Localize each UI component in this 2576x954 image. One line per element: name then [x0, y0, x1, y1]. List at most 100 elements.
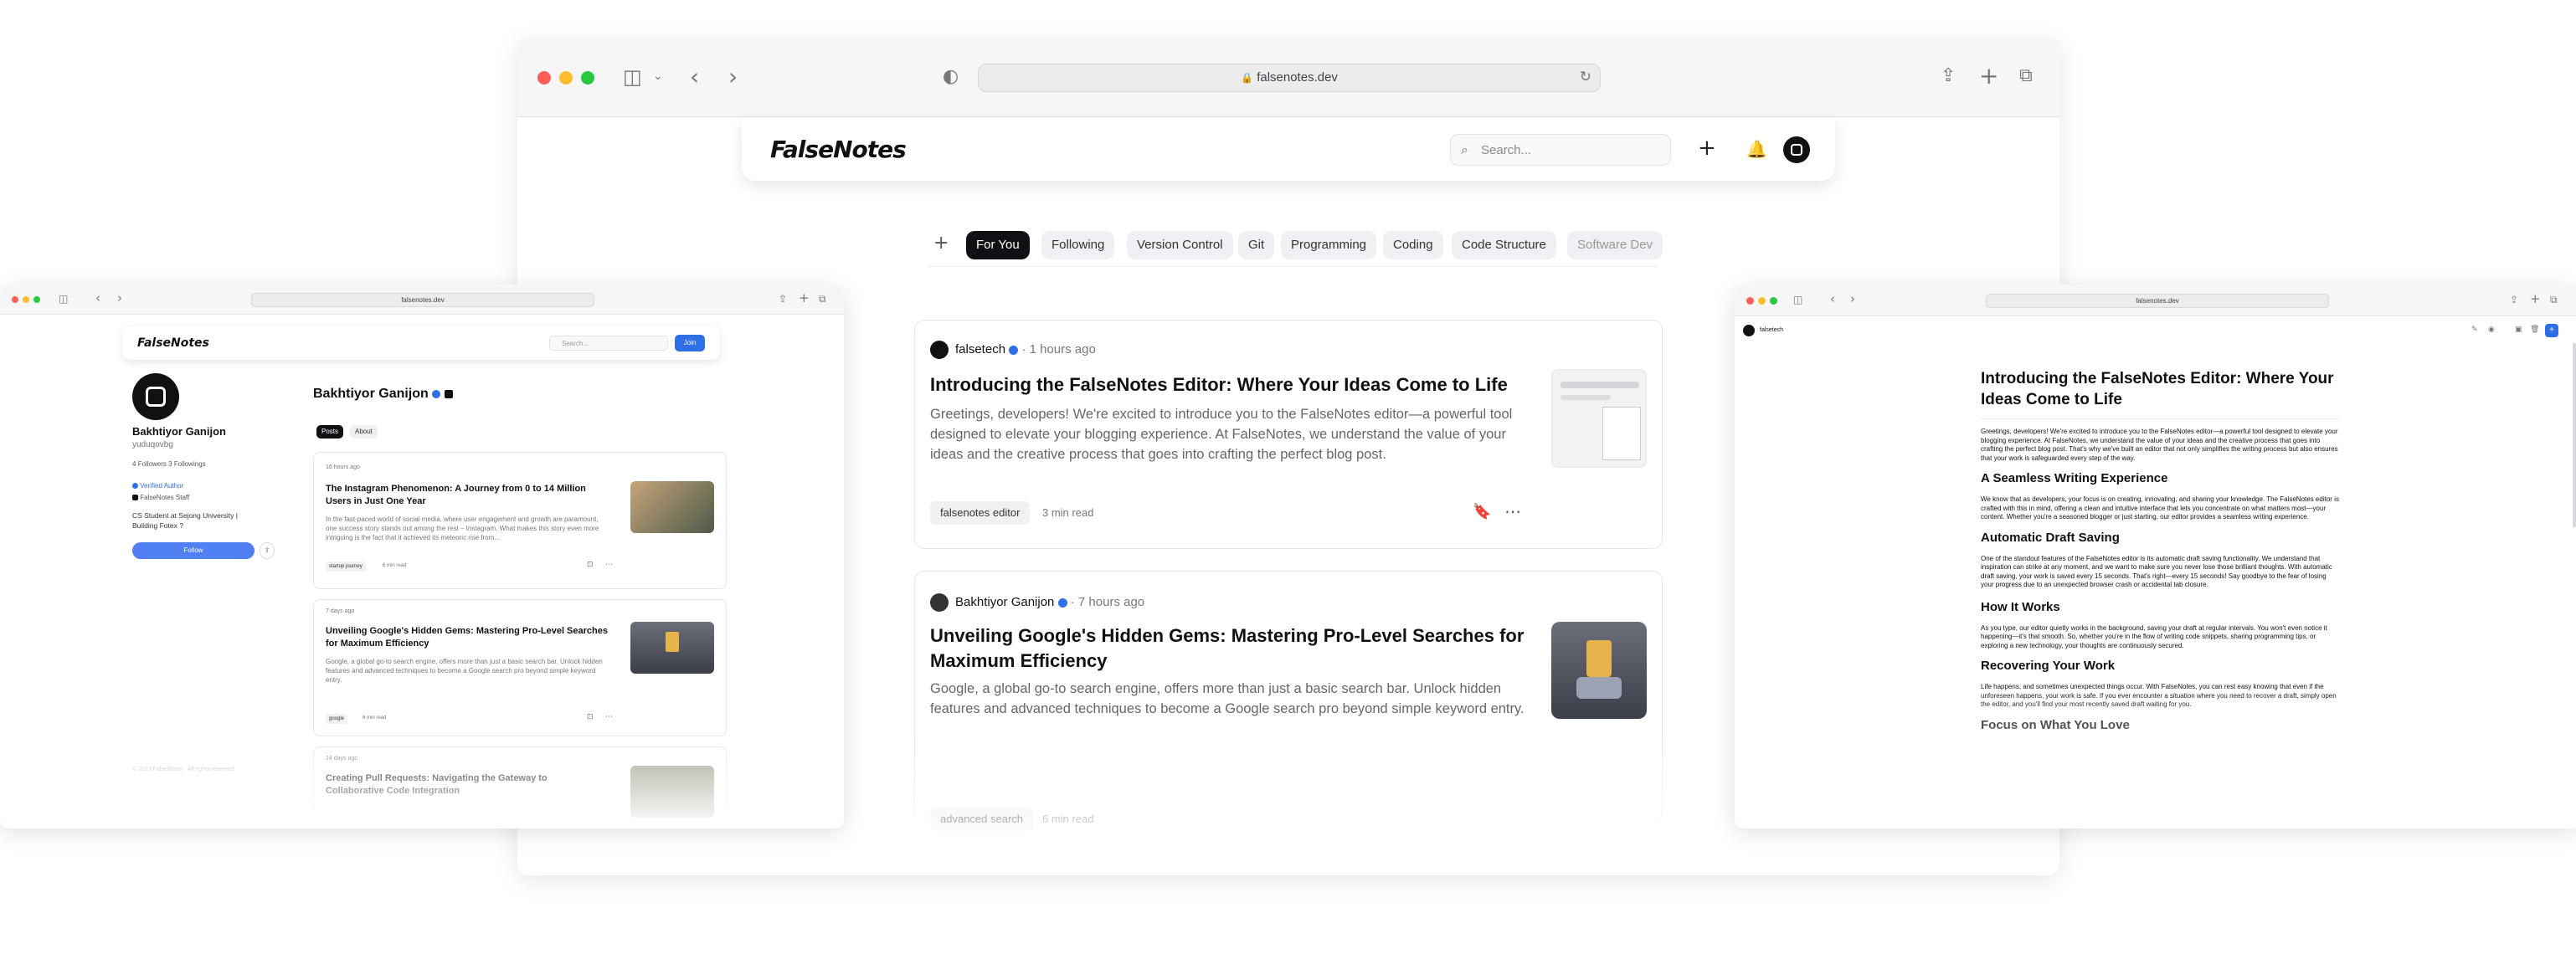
heading[interactable]: Recovering Your Work	[1981, 659, 2339, 673]
close-dot[interactable]	[12, 296, 18, 303]
post-tag[interactable]: advanced search	[930, 808, 1034, 831]
back-icon[interactable]: ‹	[95, 292, 100, 305]
tab-for-you[interactable]: For You	[966, 231, 1030, 259]
sidebar-toggle-icon[interactable]: ◫	[1793, 295, 1802, 305]
follow-button[interactable]: Follow	[132, 542, 255, 559]
forward-icon[interactable]: ›	[728, 65, 738, 89]
avatar[interactable]	[1783, 136, 1810, 163]
followings-label[interactable]: Followings	[174, 460, 206, 468]
maximize-dot[interactable]	[1770, 297, 1777, 305]
close-dot[interactable]	[1746, 297, 1754, 305]
maximize-dot[interactable]	[33, 296, 40, 303]
post-card[interactable]: 16 hours ago The Instagram Phenomenon: A…	[313, 452, 727, 589]
tab-version-control[interactable]: Version Control	[1127, 231, 1233, 259]
chevron-down-icon[interactable]: ⌄	[653, 70, 663, 82]
sidebar-toggle-icon[interactable]: ◫	[59, 294, 68, 304]
paragraph[interactable]: Greetings, developers! We're excited to …	[1981, 428, 2339, 463]
post-thumbnail[interactable]	[630, 622, 714, 674]
post-card[interactable]: falsetech · 1 hours ago Introducing the …	[914, 320, 1663, 549]
tab-git[interactable]: Git	[1238, 231, 1275, 259]
bookmark-icon[interactable]: ⊡	[587, 714, 594, 721]
tab-about[interactable]: About	[350, 425, 378, 439]
forward-icon[interactable]: ›	[1850, 293, 1855, 305]
post-card[interactable]: Bakhtiyor Ganijon · 7 hours ago Unveilin…	[914, 571, 1663, 831]
heading[interactable]: Automatic Draft Saving	[1981, 531, 2339, 545]
edit-icon[interactable]: ✎	[2471, 326, 2478, 334]
post-thumbnail[interactable]	[630, 481, 714, 533]
publish-button[interactable]: +	[2545, 324, 2558, 337]
heading[interactable]: How It Works	[1981, 600, 2339, 614]
share-icon[interactable]: ⇪	[779, 294, 787, 304]
sidebar-toggle-icon[interactable]: ◫	[623, 67, 642, 87]
site-logo[interactable]: FalseNotes	[137, 336, 209, 350]
shield-icon[interactable]: ◐	[943, 68, 959, 86]
back-icon[interactable]: ‹	[690, 65, 699, 89]
tabs-overview-icon[interactable]: ⧉	[2550, 295, 2558, 305]
join-button[interactable]: Join	[675, 335, 705, 351]
post-card[interactable]: 14 days ago Creating Pull Requests: Navi…	[313, 746, 727, 828]
heading[interactable]: A Seamless Writing Experience	[1981, 471, 2339, 485]
bookmark-icon[interactable]: ⊡	[587, 562, 594, 569]
minimize-dot[interactable]	[1758, 297, 1766, 305]
editor-document[interactable]: Introducing the FalseNotes Editor: Where…	[1981, 368, 2339, 732]
post-title[interactable]: Unveiling Google's Hidden Gems: Masterin…	[326, 625, 610, 650]
post-title[interactable]: Unveiling Google's Hidden Gems: Masterin…	[930, 623, 1533, 674]
more-icon[interactable]: ⋯	[605, 714, 613, 721]
post-title[interactable]: Creating Pull Requests: Navigating the G…	[326, 772, 594, 798]
close-dot[interactable]	[537, 71, 551, 85]
paragraph[interactable]: As you type, our editor quietly works in…	[1981, 624, 2339, 651]
article-title[interactable]: Introducing the FalseNotes Editor: Where…	[1981, 368, 2339, 419]
site-logo[interactable]: FalseNotes	[770, 136, 907, 163]
share-profile-button[interactable]: ⇪	[260, 542, 275, 559]
tab-posts[interactable]: Posts	[316, 425, 344, 439]
new-tab-icon[interactable]: +	[799, 292, 810, 305]
more-icon[interactable]: ⋯	[605, 562, 613, 569]
reload-icon[interactable]: ↻	[1580, 70, 1591, 85]
back-icon[interactable]: ‹	[1830, 293, 1835, 305]
address-bar[interactable]: falsenotes.dev	[1986, 294, 2329, 308]
share-icon[interactable]: ⇪	[2510, 295, 2518, 305]
tab-following[interactable]: Following	[1041, 231, 1115, 259]
tab-software-dev[interactable]: Software Dev	[1567, 231, 1663, 259]
paragraph[interactable]: One of the standout features of the Fals…	[1981, 555, 2339, 590]
post-tag[interactable]: startup journey	[326, 562, 366, 572]
followers-label[interactable]: Followers	[138, 460, 167, 468]
post-title[interactable]: Introducing the FalseNotes Editor: Where…	[930, 372, 1516, 398]
minimize-dot[interactable]	[23, 296, 29, 303]
more-icon[interactable]: ⋯	[1504, 503, 1521, 520]
tab-programming[interactable]: Programming	[1281, 231, 1377, 259]
post-title[interactable]: The Instagram Phenomenon: A Journey from…	[326, 483, 610, 508]
tabs-overview-icon[interactable]: ⧉	[819, 294, 826, 304]
bookmark-icon[interactable]: 🔖	[1473, 505, 1491, 520]
paragraph[interactable]: Life happens, and sometimes unexpected t…	[1981, 683, 2339, 710]
post-card[interactable]: 7 days ago Unveiling Google's Hidden Gem…	[313, 599, 727, 736]
preview-icon[interactable]: ◉	[2488, 326, 2495, 334]
tab-code-structure[interactable]: Code Structure	[1452, 231, 1556, 259]
delete-icon[interactable]: 🗑	[2530, 326, 2539, 334]
share-icon[interactable]: ⇪	[1941, 67, 1956, 85]
author-name[interactable]: Bakhtiyor Ganijon	[955, 595, 1054, 609]
new-post-icon[interactable]: +	[1698, 137, 1716, 159]
minimize-dot[interactable]	[559, 71, 573, 85]
maximize-dot[interactable]	[581, 71, 594, 85]
save-icon[interactable]: ▣	[2515, 326, 2522, 334]
paragraph[interactable]: We know that as developers, your focus i…	[1981, 495, 2339, 522]
followings-count[interactable]: 3	[168, 460, 172, 468]
search-box[interactable]: Search...	[549, 336, 668, 351]
address-bar[interactable]: 🔒 falsenotes.dev ↻	[978, 64, 1601, 92]
post-thumbnail[interactable]	[630, 766, 714, 818]
tabs-overview-icon[interactable]: ⧉	[2019, 67, 2033, 85]
post-tag[interactable]: falsenotes editor	[930, 501, 1031, 525]
post-thumbnail[interactable]	[1551, 622, 1647, 719]
heading[interactable]: Focus on What You Love	[1981, 718, 2339, 732]
new-tab-icon[interactable]: +	[2530, 293, 2541, 305]
post-thumbnail[interactable]	[1551, 369, 1647, 468]
tab-coding[interactable]: Coding	[1383, 231, 1443, 259]
new-tab-icon[interactable]: +	[1979, 64, 1998, 88]
avatar[interactable]	[1743, 325, 1755, 336]
search-box[interactable]: ⌕ Search...	[1450, 134, 1671, 166]
add-topic-icon[interactable]: +	[933, 234, 949, 253]
forward-icon[interactable]: ›	[117, 292, 122, 305]
bell-icon[interactable]: 🔔	[1746, 141, 1767, 157]
editor-scrollbar[interactable]	[2573, 343, 2576, 527]
